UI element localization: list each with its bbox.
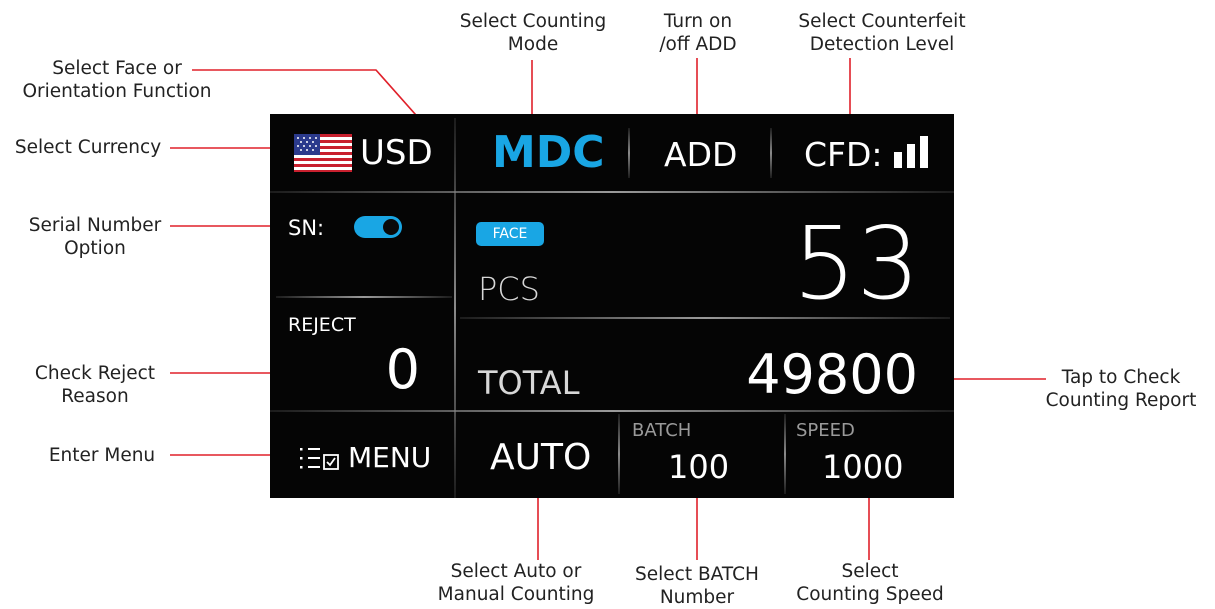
speed-value-button[interactable]: 1000	[822, 448, 903, 486]
counting-mode-button[interactable]: MDC	[492, 129, 605, 177]
device-screen: USD MDC ADD CFD: SN: REJECT 0 FACE PCS 5…	[270, 114, 954, 498]
menu-button[interactable]: MENU	[348, 441, 431, 475]
callout-select-auto: Select Auto or Manual Counting	[437, 561, 595, 605]
pcs-count: 53	[792, 205, 920, 322]
batch-value-button[interactable]: 100	[668, 448, 729, 486]
callout-select-counting-mode: Select Counting Mode	[459, 11, 607, 55]
reject-count[interactable]: 0	[370, 338, 420, 402]
reject-label[interactable]: REJECT	[288, 313, 356, 337]
divider-v-2	[628, 128, 630, 178]
callout-select-currency: Select Currency	[14, 137, 162, 158]
speed-label: SPEED	[796, 420, 855, 441]
total-label[interactable]: TOTAL	[478, 363, 580, 403]
divider-top	[270, 191, 954, 193]
divider-left-mid	[276, 296, 452, 298]
divider-v-5	[784, 414, 786, 494]
us-flag-icon[interactable]	[294, 134, 352, 172]
callout-turn-on-off-add: Turn on /off ADD	[659, 11, 737, 55]
callout-select-cfd-level: Select Counterfeit Detection Level	[798, 11, 966, 55]
callout-enter-menu: Enter Menu	[48, 445, 156, 466]
toggle-switch-icon	[383, 219, 399, 235]
divider-v-1	[454, 118, 456, 498]
callout-select-speed: Select Counting Speed	[796, 561, 944, 605]
divider-v-4	[618, 414, 620, 494]
callout-serial-number: Serial Number Option	[28, 215, 162, 259]
sn-toggle[interactable]	[354, 216, 402, 238]
sn-label: SN:	[288, 216, 325, 240]
face-badge[interactable]: FACE	[476, 222, 544, 246]
callout-select-face: Select Face or Orientation Function	[22, 58, 212, 102]
divider-bottom	[270, 410, 954, 412]
callout-select-batch: Select BATCH Number	[635, 564, 759, 608]
callout-check-reject: Check Reject Reason	[34, 363, 156, 407]
batch-label: BATCH	[632, 420, 692, 441]
divider-v-3	[770, 128, 772, 178]
callout-check-report: Tap to Check Counting Report	[1045, 367, 1197, 411]
menu-checklist-icon[interactable]	[300, 446, 340, 472]
signal-bars-icon[interactable]	[894, 136, 930, 168]
pcs-label: PCS	[478, 270, 540, 308]
auto-manual-button[interactable]: AUTO	[490, 436, 591, 480]
cfd-level-button[interactable]: CFD:	[804, 135, 883, 175]
total-amount[interactable]: 49800	[710, 343, 918, 407]
currency-label[interactable]: USD	[360, 133, 433, 173]
add-toggle-button[interactable]: ADD	[664, 135, 737, 175]
